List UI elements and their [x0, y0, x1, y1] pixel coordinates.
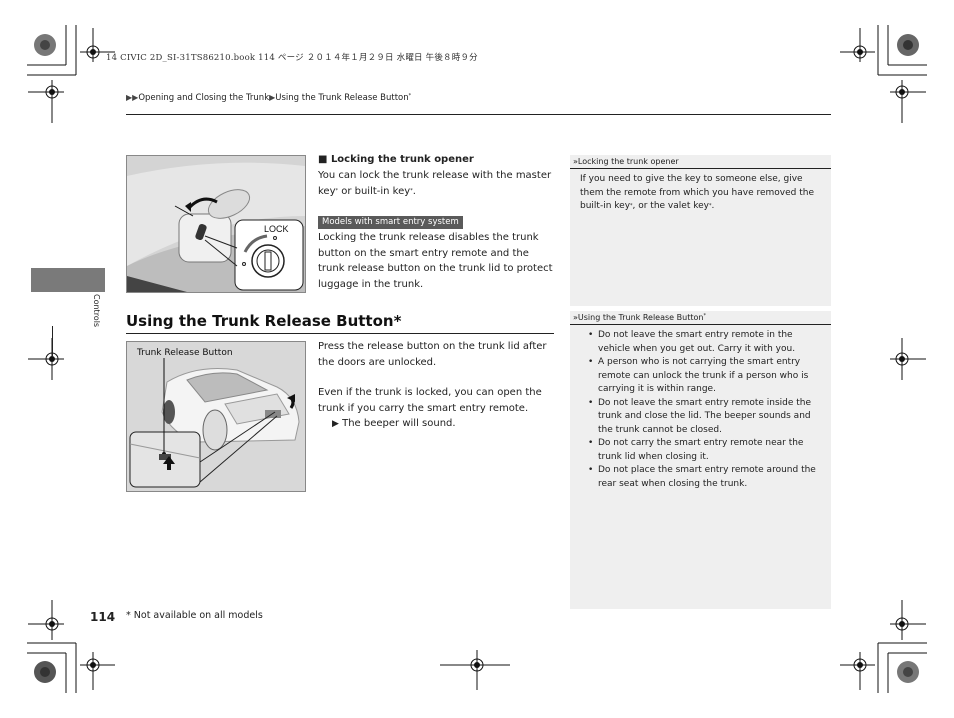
breadcrumb: ▶▶Opening and Closing the Trunk▶Using th…: [126, 93, 411, 103]
trunk-lock-drawing: LOCK: [127, 156, 305, 292]
text: or built-in key: [338, 185, 411, 197]
section-heading-locking: ■ Locking the trunk opener: [318, 154, 474, 165]
list-item: A person who is not carrying the smart e…: [588, 356, 821, 397]
black-square-icon: ■: [318, 154, 328, 165]
asterisk: *: [408, 93, 412, 99]
section-title: Using the Trunk Release Button*: [126, 312, 401, 330]
release-paragraph-2: Even if the trunk is locked, you can ope…: [318, 387, 542, 414]
note-trunk-release: »Using the Trunk Release Button* Do not …: [570, 311, 831, 609]
triangle-right-icon: ▶: [332, 419, 339, 429]
list-item: Do not leave the smart entry remote in t…: [588, 329, 821, 356]
release-paragraph-1: Press the release button on the trunk li…: [318, 341, 547, 368]
breadcrumb-item-trunk-release-button[interactable]: Using the Trunk Release Button: [275, 93, 408, 103]
side-divider: [52, 326, 53, 356]
note-title: »Locking the trunk opener: [570, 155, 831, 169]
models-badge: Models with smart entry system: [318, 216, 463, 229]
text: .: [412, 185, 416, 197]
trunk-release-label: Trunk Release Button: [136, 348, 233, 358]
trunk-release-illustration: Trunk Release Button: [126, 341, 306, 492]
trunk-lock-illustration: LOCK: [126, 155, 306, 293]
header-divider: [126, 114, 831, 115]
breadcrumb-item-opening-closing-trunk[interactable]: Opening and Closing the Trunk: [138, 93, 269, 103]
release-result: ▶ The beeper will sound.: [332, 416, 456, 433]
footnote: * Not available on all models: [126, 610, 263, 621]
text: , or the valet key: [632, 201, 709, 211]
section-divider: [126, 333, 554, 334]
locking-paragraph-2: Locking the trunk release disables the t…: [318, 232, 553, 290]
note-bullet-list: Do not leave the smart entry remote in t…: [580, 329, 821, 491]
note-locking: »Locking the trunk opener If you need to…: [570, 155, 831, 306]
title-text: Using the Trunk Release Button: [126, 312, 394, 330]
note-title-text: Locking the trunk opener: [577, 157, 679, 166]
note-body: If you need to give the key to someone e…: [570, 169, 831, 218]
page-number: 114: [90, 610, 116, 624]
list-item: Do not carry the smart entry remote near…: [588, 437, 821, 464]
car-drawing: Trunk Release Button: [127, 342, 305, 491]
text: .: [711, 201, 715, 211]
double-triangle-right-icon: ▶▶: [126, 93, 139, 102]
asterisk: *: [703, 313, 706, 319]
list-item: Do not place the smart entry remote arou…: [588, 464, 821, 491]
note-body: Do not leave the smart entry remote in t…: [570, 325, 831, 495]
print-info: 14 CIVIC 2D_SI-31TS86210.book 114 ページ ２０…: [106, 53, 478, 63]
lock-label: LOCK: [264, 224, 289, 234]
note-title: »Using the Trunk Release Button*: [570, 311, 831, 325]
list-item: Do not leave the smart entry remote insi…: [588, 397, 821, 438]
side-tab-label: Controls: [92, 294, 101, 328]
result-text: The beeper will sound.: [342, 418, 456, 429]
heading-text: Locking the trunk opener: [330, 154, 474, 165]
asterisk: *: [393, 312, 402, 330]
note-title-text: Using the Trunk Release Button: [577, 313, 704, 322]
locking-paragraph: You can lock the trunk release with the …: [318, 168, 558, 199]
side-tab[interactable]: [31, 268, 105, 292]
